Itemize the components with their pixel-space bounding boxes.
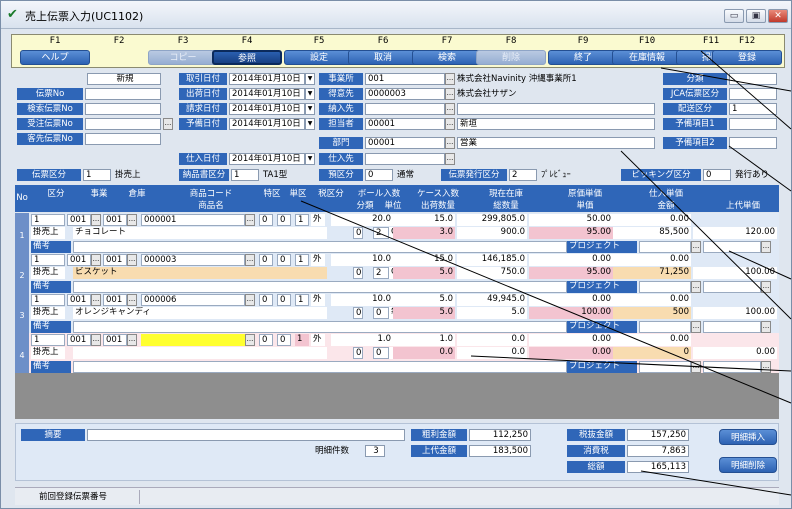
window: ✔ 売上伝票入力(UC1102) ▭ ▣ ✕ F1 ヘルプ F2 F3 コピー F4…	[0, 0, 792, 509]
annotation-lines	[300, 50, 792, 496]
